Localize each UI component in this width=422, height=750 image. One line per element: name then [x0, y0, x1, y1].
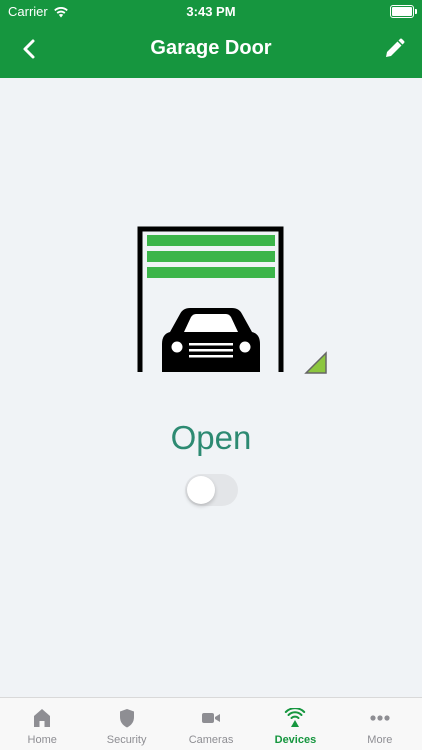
door-toggle-switch[interactable] [185, 474, 238, 506]
page-title: Garage Door [150, 37, 272, 59]
video-camera-icon [202, 713, 221, 723]
tab-label: More [367, 734, 393, 746]
battery-icon [390, 5, 417, 18]
tab-label: Home [27, 734, 57, 746]
edit-button[interactable] [382, 37, 406, 61]
tab-label: Cameras [188, 734, 234, 746]
signal-corner-icon [304, 351, 327, 374]
shield-icon [119, 709, 134, 728]
garage-icon [137, 226, 327, 374]
tab-home[interactable]: Home [0, 698, 84, 750]
tab-cameras[interactable]: Cameras [169, 698, 253, 750]
nav-header: Carrier 3:43 PM Garage Door [0, 0, 422, 78]
ellipsis-icon [370, 715, 390, 721]
tab-security[interactable]: Security [84, 698, 168, 750]
tab-label: Devices [274, 734, 317, 746]
house-icon [34, 709, 51, 727]
clock: 3:43 PM [186, 4, 236, 19]
car-icon [162, 308, 260, 372]
wifi-signal-icon [285, 708, 306, 727]
pencil-icon [386, 38, 405, 57]
tab-devices[interactable]: Devices [253, 698, 337, 750]
door-state-label: Open [170, 419, 252, 456]
tab-label: Security [106, 734, 147, 746]
garage-door-graphic [134, 224, 330, 376]
tab-more[interactable]: More [338, 698, 422, 750]
toggle-knob[interactable] [187, 476, 215, 504]
status-bar: Carrier 3:43 PM [0, 0, 422, 24]
tab-bar: Home Security Cameras Devices More [0, 697, 422, 750]
